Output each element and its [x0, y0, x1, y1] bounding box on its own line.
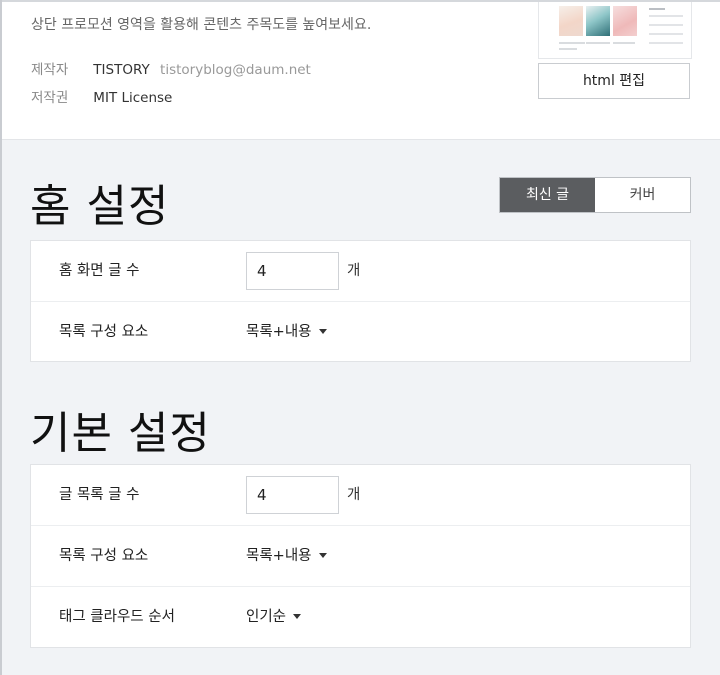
tag-cloud-order-select[interactable]: 인기순	[246, 587, 302, 647]
home-post-count-label: 홈 화면 글 수	[59, 263, 140, 279]
html-edit-button[interactable]: html 편집	[538, 63, 690, 99]
basic-list-component-label: 목록 구성 요소	[59, 548, 149, 564]
preview-text-line	[559, 48, 577, 50]
preview-text-line	[586, 42, 610, 44]
preview-tile-2	[586, 6, 610, 36]
author-name: TISTORY	[93, 62, 150, 78]
author-label: 제작자	[31, 62, 69, 78]
home-post-count-input[interactable]	[246, 252, 339, 290]
tag-cloud-order-label: 태그 클라우드 순서	[59, 609, 175, 625]
home-settings-panel: 홈 화면 글 수 개 목록 구성 요소 목록+내용	[30, 240, 691, 362]
home-list-component-select[interactable]: 목록+내용	[246, 302, 327, 362]
home-post-count-unit: 개	[347, 263, 361, 279]
author-email: tistoryblog@daum.net	[160, 62, 311, 78]
basic-settings-panel: 글 목록 글 수 개 목록 구성 요소 목록+내용 태그 클라우드 순서 인기순	[30, 464, 691, 648]
home-type-toggle: 최신 글 커버	[499, 177, 691, 213]
home-list-component-label: 목록 구성 요소	[59, 324, 149, 340]
basic-list-component-value: 목록+내용	[246, 548, 312, 564]
preview-side-line	[649, 24, 683, 26]
home-list-component-row: 목록 구성 요소 목록+내용	[31, 302, 690, 363]
preview-text-line	[559, 42, 585, 44]
post-list-count-label: 글 목록 글 수	[59, 487, 140, 503]
promo-description: 상단 프로모션 영역을 활용해 콘텐츠 주목도를 높여보세요.	[31, 17, 372, 33]
toggle-latest-posts[interactable]: 최신 글	[500, 178, 595, 212]
preview-tile-3	[613, 6, 637, 36]
tag-cloud-order-value: 인기순	[246, 609, 287, 625]
skin-preview-thumbnail	[538, 2, 692, 59]
basic-list-component-row: 목록 구성 요소 목록+내용	[31, 526, 690, 587]
post-list-count-row: 글 목록 글 수 개	[31, 465, 690, 526]
preview-text-line	[613, 42, 635, 44]
tag-cloud-order-row: 태그 클라우드 순서 인기순	[31, 587, 690, 648]
post-list-count-unit: 개	[347, 487, 361, 503]
toggle-cover[interactable]: 커버	[595, 178, 690, 212]
post-list-count-input[interactable]	[246, 476, 339, 514]
caret-down-icon	[293, 613, 302, 619]
preview-side-line	[649, 8, 665, 10]
copyright-label: 저작권	[31, 90, 69, 106]
skin-info-card: 상단 프로모션 영역을 활용해 콘텐츠 주목도를 높여보세요. 제작자 TIST…	[2, 2, 720, 140]
home-settings-title: 홈 설정	[30, 181, 170, 232]
preview-side-line	[649, 15, 683, 17]
preview-tile-1	[559, 6, 583, 36]
basic-list-component-select[interactable]: 목록+내용	[246, 526, 327, 586]
copyright-value: MIT License	[93, 90, 173, 106]
preview-side-line	[649, 33, 683, 35]
author-row: 제작자 TISTORY tistoryblog@daum.net	[31, 58, 311, 78]
copyright-row: 저작권 MIT License	[31, 86, 172, 106]
preview-side-line	[649, 42, 683, 44]
basic-settings-title: 기본 설정	[30, 408, 211, 459]
caret-down-icon	[318, 552, 327, 558]
caret-down-icon	[318, 328, 327, 334]
home-post-count-row: 홈 화면 글 수 개	[31, 241, 690, 302]
home-list-component-value: 목록+내용	[246, 324, 312, 340]
